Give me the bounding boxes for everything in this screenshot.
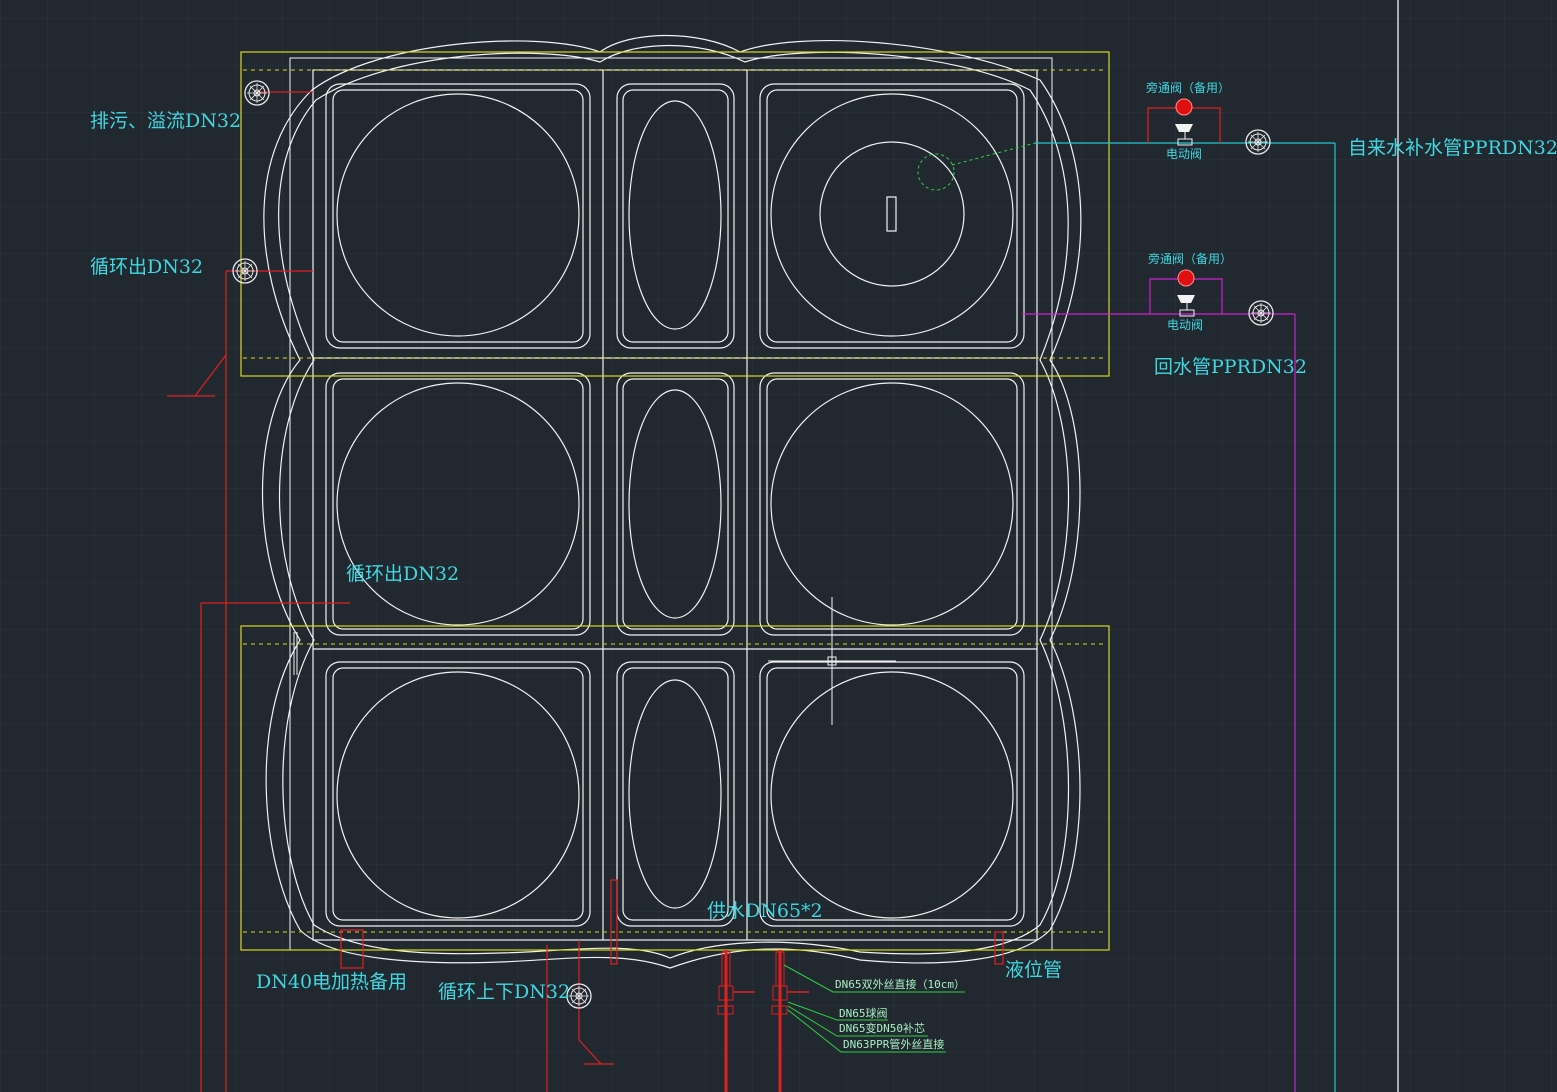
- label-return-pipe: 回水管PPRDN32: [1154, 356, 1307, 378]
- cad-drawing-canvas[interactable]: [0, 0, 1557, 1092]
- label-circ-out-mid: 循环出DN32: [346, 563, 460, 585]
- label-bypass-top: 旁通阀（备用）: [1146, 81, 1231, 95]
- annotation-double-thread: DN65双外丝直接（10cm）: [835, 978, 965, 991]
- label-motor-valve-top: 电动阀: [1166, 147, 1203, 161]
- label-circ-updown: 循环上下DN32: [438, 981, 571, 1003]
- label-water-supply: 供水DN65*2: [707, 900, 823, 922]
- label-bypass-bottom: 旁通阀（备用）: [1148, 252, 1233, 266]
- annotation-ball-valve: DN65球阀: [839, 1007, 888, 1020]
- label-heater: DN40电加热备用: [256, 971, 408, 993]
- label-motor-valve-bottom: 电动阀: [1167, 318, 1204, 332]
- annotation-ppr-adapter: DN63PPR管外丝直接: [843, 1038, 945, 1051]
- label-level-pipe: 液位管: [1005, 959, 1063, 981]
- label-tap-water: 自来水补水管PPRDN32: [1348, 137, 1557, 159]
- annotation-reducer: DN65变DN50补芯: [839, 1022, 925, 1035]
- label-drain-overflow: 排污、溢流DN32: [90, 110, 242, 132]
- label-circ-out-top: 循环出DN32: [90, 256, 204, 278]
